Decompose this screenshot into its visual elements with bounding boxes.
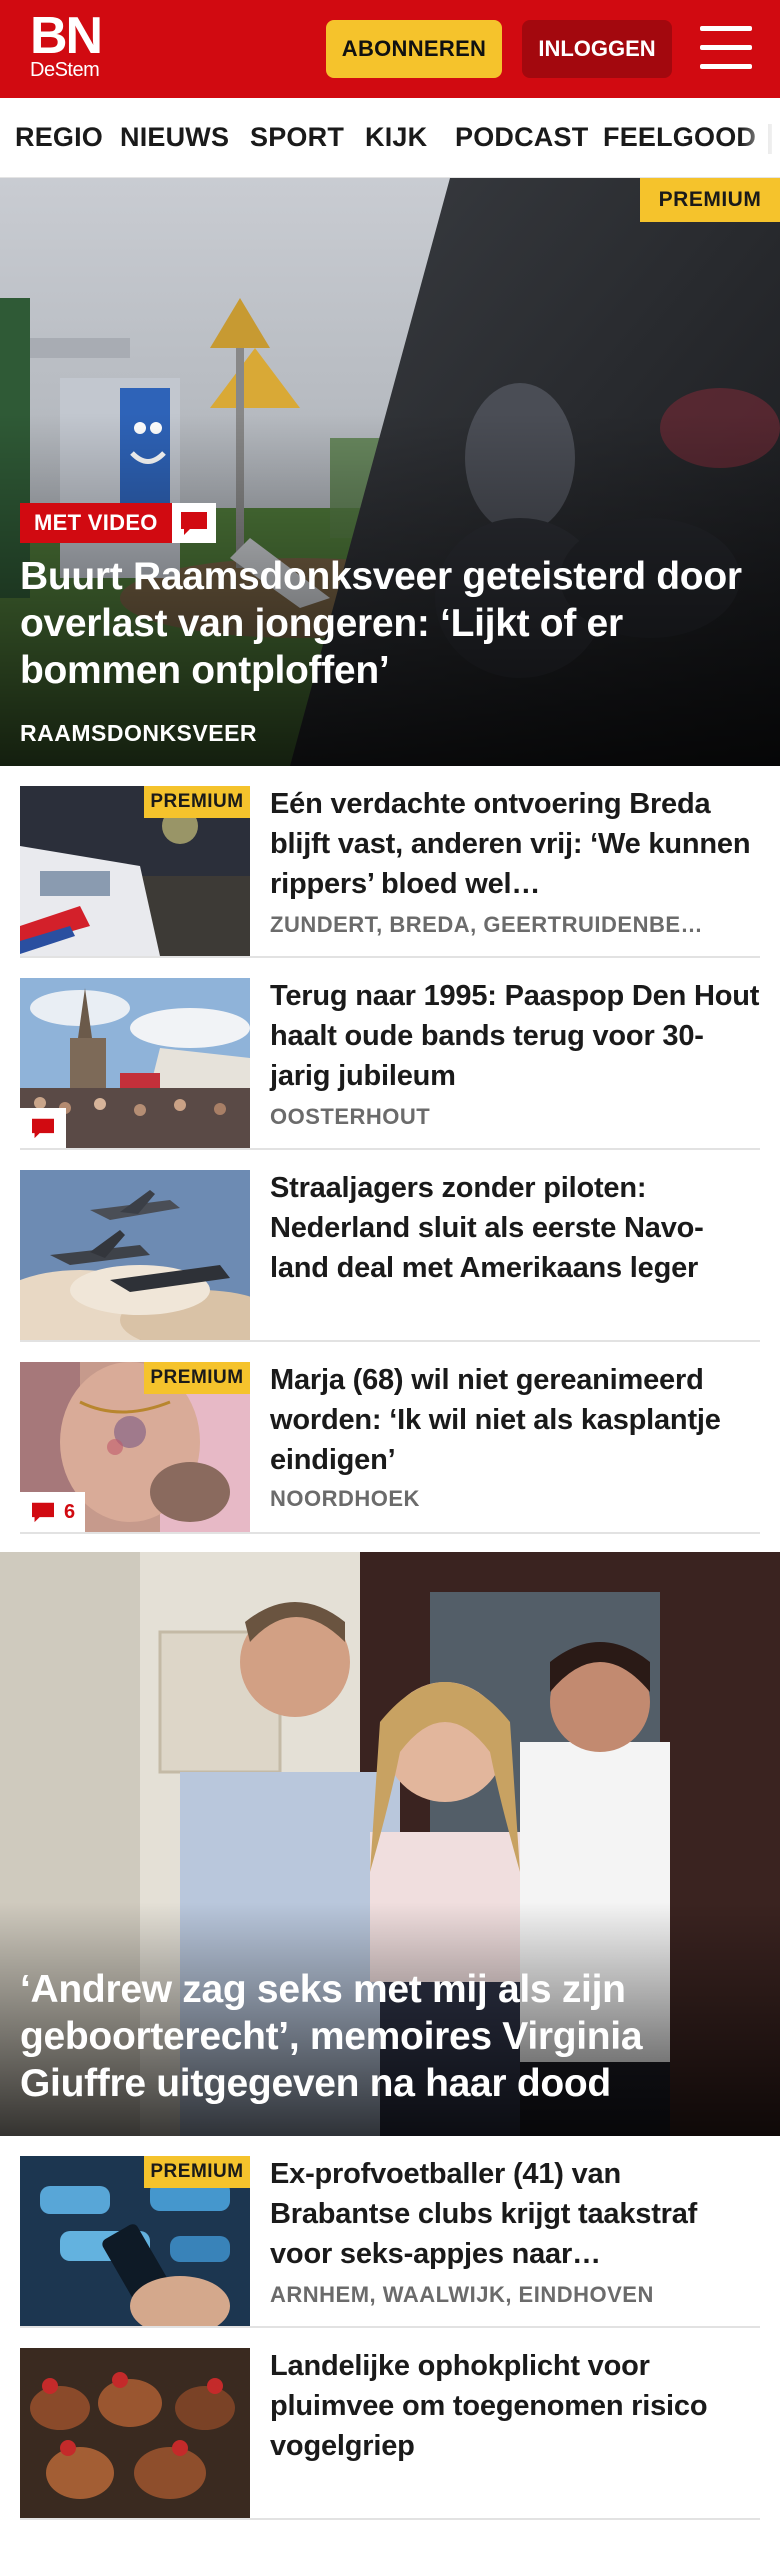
comment-chip: 6: [20, 1492, 86, 1532]
hero-title[interactable]: ‘Andrew zag seks met mij als zijn geboor…: [20, 1966, 756, 2107]
video-badge-label: MET VIDEO: [20, 503, 172, 543]
premium-badge: PREMIUM: [144, 1362, 250, 1394]
login-button[interactable]: INLOGGEN: [522, 20, 672, 78]
hero-location: RAAMSDONKSVEER: [20, 720, 258, 746]
premium-badge: PREMIUM: [144, 2156, 250, 2188]
list-item[interactable]: PREMIUM Ex-profvoetballer (41) van Braba…: [20, 2136, 760, 2328]
logo-main-text: BN: [30, 7, 103, 65]
nav-item-regio[interactable]: REGIO: [15, 122, 103, 153]
article-location: ZUNDERT, BREDA, GEERTRUIDENBE…: [270, 912, 704, 937]
premium-badge: PREMIUM: [640, 178, 780, 222]
list-item[interactable]: PREMIUM 6 Marja (68) wil niet gereanimee…: [20, 1342, 760, 1534]
video-badge: MET VIDEO: [20, 503, 216, 543]
article-title[interactable]: Ex-profvoetballer (41) van Brabantse clu…: [270, 2154, 760, 2274]
article-thumbnail: [20, 2348, 250, 2518]
article-title[interactable]: Landelijke ophokplicht voor pluimvee om …: [270, 2346, 760, 2466]
list-item[interactable]: Landelijke ophokplicht voor pluimvee om …: [20, 2328, 760, 2520]
list-item[interactable]: Straaljagers zonder piloten: Nederland s…: [20, 1150, 760, 1342]
article-title[interactable]: Terug naar 1995: Paaspop Den Hout haalt …: [270, 976, 760, 1096]
subscribe-button[interactable]: ABONNEREN: [326, 20, 502, 78]
section-nav: REGIO NIEUWS SPORT KIJK PODCAST FEELGOOD: [0, 98, 780, 178]
hero-title[interactable]: Buurt Raamsdonksveer geteisterd door ove…: [20, 553, 756, 694]
nav-fade: [740, 98, 780, 177]
comment-count: 6: [64, 1500, 76, 1523]
article-location: OOSTERHOUT: [270, 1104, 431, 1129]
article-thumbnail: [20, 1170, 250, 1340]
nav-item-podcast[interactable]: PODCAST: [455, 122, 588, 153]
thumbnail-image-jets: [20, 1170, 250, 1340]
nav-item-sport[interactable]: SPORT: [250, 122, 344, 153]
comment-icon: [32, 1502, 54, 1523]
comment-icon: [32, 1118, 54, 1139]
article-thumbnail: PREMIUM: [20, 2156, 250, 2326]
site-logo[interactable]: BN DeStem: [30, 7, 103, 82]
premium-badge: PREMIUM: [144, 786, 250, 818]
article-location: NOORDHOEK: [270, 1486, 420, 1511]
article-thumbnail: PREMIUM: [20, 786, 250, 956]
site-header: BN DeStem ABONNEREN INLOGGEN: [0, 0, 780, 98]
article-title[interactable]: Marja (68) wil niet gereanimeerd worden:…: [270, 1360, 760, 1480]
nav-item-feelgood[interactable]: FEELGOOD: [603, 122, 756, 153]
article-title[interactable]: Straaljagers zonder piloten: Nederland s…: [270, 1168, 760, 1288]
article-location: ARNHEM, WAALWIJK, EINDHOVEN: [270, 2282, 654, 2307]
comment-icon: [171, 503, 216, 543]
list-item[interactable]: Terug naar 1995: Paaspop Den Hout haalt …: [20, 958, 760, 1150]
logo-sub-text: DeStem: [30, 59, 100, 81]
article-thumbnail: PREMIUM 6: [20, 1362, 250, 1532]
nav-item-kijk[interactable]: KIJK: [365, 122, 427, 153]
hamburger-menu-icon[interactable]: [700, 26, 752, 70]
nav-item-nieuws[interactable]: NIEUWS: [120, 122, 229, 153]
article-thumbnail: [20, 978, 250, 1148]
comment-chip: [20, 1108, 66, 1148]
list-item[interactable]: PREMIUM Eén verdachte ontvoering Breda b…: [20, 766, 760, 958]
thumbnail-image-chickens: [20, 2348, 250, 2518]
article-title[interactable]: Eén verdachte ontvoering Breda blijft va…: [270, 784, 760, 904]
hero-article-2[interactable]: ‘Andrew zag seks met mij als zijn geboor…: [0, 1552, 780, 2136]
hero-article-1[interactable]: PREMIUM MET VIDEO Buurt Raamsdonksveer g…: [0, 178, 780, 766]
